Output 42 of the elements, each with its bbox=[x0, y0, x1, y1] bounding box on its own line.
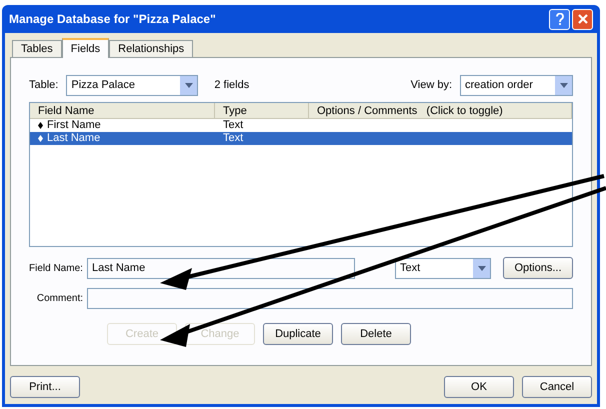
dropdown-value: Text bbox=[399, 260, 422, 276]
action-button[interactable]: Duplicate bbox=[263, 323, 333, 345]
field-name-cell-text: Last Name bbox=[47, 131, 100, 146]
list-row[interactable]: First Name Text bbox=[30, 119, 572, 132]
field-count: 2 fields bbox=[214, 78, 250, 93]
dropdown-button[interactable] bbox=[180, 76, 198, 94]
table-label: Table: bbox=[29, 78, 58, 93]
view-by-label: View by: bbox=[410, 78, 452, 93]
ok-button[interactable]: OK bbox=[444, 376, 514, 398]
field-name-input[interactable]: Last Name bbox=[87, 258, 355, 278]
dropdown-value: creation order bbox=[464, 78, 534, 93]
dropdown[interactable]: Text bbox=[395, 258, 491, 278]
dropdown[interactable]: Pizza Palace bbox=[66, 74, 198, 96]
tab[interactable]: Relationships bbox=[109, 40, 194, 57]
dropdown-button[interactable] bbox=[473, 258, 490, 278]
close-button[interactable] bbox=[572, 8, 593, 30]
print-button[interactable]: Print... bbox=[10, 376, 80, 398]
close-icon bbox=[578, 14, 588, 24]
comment-label: Comment: bbox=[36, 292, 84, 306]
action-button[interactable]: Delete bbox=[341, 323, 411, 345]
dropdown-button[interactable] bbox=[555, 76, 572, 94]
list-row[interactable]: Last Name Text bbox=[30, 132, 572, 145]
cancel-button[interactable]: Cancel bbox=[522, 376, 592, 398]
field-name-label: Field Name: bbox=[29, 262, 84, 276]
caret-icon bbox=[478, 266, 486, 270]
tab[interactable]: Fields bbox=[62, 38, 110, 58]
tab[interactable]: Tables bbox=[12, 40, 62, 57]
help-icon bbox=[556, 13, 564, 25]
options-button[interactable]: Options... bbox=[503, 257, 573, 279]
type-cell-text: Text bbox=[222, 131, 244, 146]
caret-icon bbox=[184, 82, 193, 88]
help-button[interactable] bbox=[549, 8, 570, 30]
field-name-cell-text: First Name bbox=[47, 118, 101, 133]
column-header[interactable]: Field Name bbox=[30, 103, 215, 118]
dropdown-value: Pizza Palace bbox=[70, 78, 136, 93]
column-header[interactable]: Options / Comments (Click to toggle) bbox=[309, 103, 572, 118]
column-header[interactable]: Type bbox=[215, 103, 309, 118]
window-title: Manage Database for "Pizza Palace" bbox=[9, 11, 217, 28]
comment-input[interactable] bbox=[87, 288, 573, 308]
caret-icon bbox=[560, 82, 568, 88]
type-cell-text: Text bbox=[222, 118, 244, 133]
dropdown[interactable]: creation order bbox=[460, 74, 573, 96]
